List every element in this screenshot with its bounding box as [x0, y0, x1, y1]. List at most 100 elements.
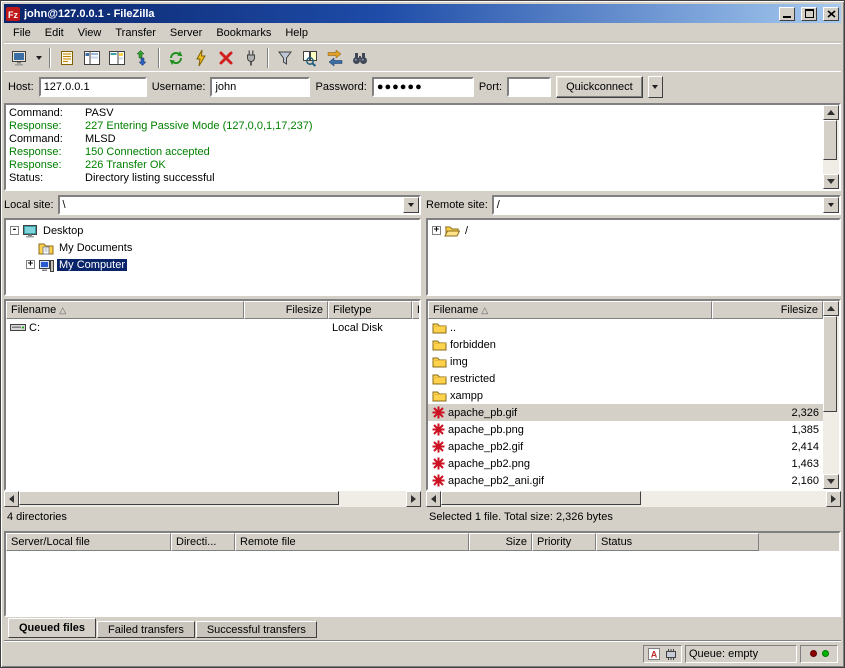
password-input[interactable]: [372, 77, 474, 97]
quickconnect-dropdown-button[interactable]: [648, 76, 663, 98]
menu-file[interactable]: File: [6, 24, 38, 42]
file-row[interactable]: apache_pb.png1,385: [428, 421, 823, 438]
menu-transfer[interactable]: Transfer: [108, 24, 163, 42]
tree-item-desktop[interactable]: -Desktop: [6, 222, 419, 239]
queue-body[interactable]: [6, 551, 839, 615]
scroll-thumb[interactable]: [823, 316, 837, 412]
file-row[interactable]: apache_pb2.gif2,414: [428, 438, 823, 455]
scroll-track[interactable]: [441, 491, 826, 507]
local-site-dropdown-button[interactable]: [403, 197, 419, 213]
local-horizontal-scrollbar[interactable]: [4, 491, 421, 507]
column-header-filesize[interactable]: Filesize: [244, 301, 328, 319]
tab-successful-transfers[interactable]: Successful transfers: [196, 621, 317, 638]
file-row[interactable]: apache_pb2.png1,463: [428, 455, 823, 472]
column-header-remote-file[interactable]: Remote file: [235, 533, 469, 551]
port-input[interactable]: [507, 77, 551, 97]
column-header-filename[interactable]: Filename△: [6, 301, 244, 319]
scroll-down-button[interactable]: [823, 474, 839, 489]
menu-bookmarks[interactable]: Bookmarks: [209, 24, 278, 42]
file-row[interactable]: xampp: [428, 387, 823, 404]
scroll-thumb[interactable]: [823, 120, 837, 160]
tree-expander[interactable]: +: [432, 226, 441, 235]
toggle-transfer-queue-button[interactable]: [130, 46, 154, 70]
synchronized-browsing-button[interactable]: [323, 46, 347, 70]
arrow-down-icon: [827, 179, 835, 184]
log-scrollbar[interactable]: [823, 105, 839, 189]
statusbar-icons: A: [643, 645, 682, 663]
filename-text: restricted: [450, 373, 495, 385]
file-row[interactable]: apache_pb2_ani.gif2,160: [428, 472, 823, 489]
maximize-button[interactable]: [801, 7, 817, 21]
scroll-up-button[interactable]: [823, 105, 839, 120]
tree-item-my-computer[interactable]: +My Computer: [6, 256, 419, 273]
log-line-text: Directory listing successful: [85, 172, 215, 185]
remote-vertical-scrollbar[interactable]: [823, 301, 839, 489]
remote-horizontal-scrollbar[interactable]: [426, 491, 841, 507]
column-header-server-local-file[interactable]: Server/Local file: [6, 533, 171, 551]
column-header-filetype[interactable]: Filetype: [328, 301, 412, 319]
quickconnect-button[interactable]: Quickconnect: [556, 76, 643, 98]
menu-help[interactable]: Help: [278, 24, 315, 42]
scroll-right-button[interactable]: [406, 491, 421, 507]
remote-site-combobox[interactable]: /: [492, 195, 841, 215]
column-header-filename[interactable]: Filename△: [428, 301, 712, 319]
tree-item-item[interactable]: +/: [428, 222, 839, 239]
refresh-button[interactable]: [164, 46, 188, 70]
toggle-local-tree-icon: [83, 49, 101, 67]
column-header-directi[interactable]: Directi...: [171, 533, 235, 551]
scroll-left-button[interactable]: [4, 491, 19, 507]
file-row[interactable]: img: [428, 353, 823, 370]
scroll-thumb[interactable]: [19, 491, 339, 505]
tab-failed-transfers[interactable]: Failed transfers: [97, 621, 195, 638]
site-manager-button[interactable]: [7, 46, 31, 70]
column-header-filesize[interactable]: Filesize: [712, 301, 823, 319]
scroll-track[interactable]: [823, 120, 839, 174]
username-input[interactable]: [210, 77, 310, 97]
file-row[interactable]: forbidden: [428, 336, 823, 353]
menu-server[interactable]: Server: [163, 24, 209, 42]
close-button[interactable]: [823, 7, 839, 21]
column-header-l[interactable]: L: [412, 301, 419, 319]
scroll-track[interactable]: [19, 491, 406, 507]
menu-view[interactable]: View: [71, 24, 109, 42]
disconnect-button[interactable]: [239, 46, 263, 70]
cancel-button[interactable]: [214, 46, 238, 70]
filter-button[interactable]: [273, 46, 297, 70]
toggle-message-log-button[interactable]: [55, 46, 79, 70]
file-row[interactable]: C:Local Disk: [6, 319, 419, 336]
scroll-right-button[interactable]: [826, 491, 841, 507]
find-button[interactable]: [348, 46, 372, 70]
site-manager-dropdown-button[interactable]: [32, 46, 45, 70]
scroll-track[interactable]: [823, 316, 839, 474]
file-row[interactable]: apache_pb.gif2,326: [428, 404, 823, 421]
tree-expander[interactable]: +: [26, 260, 35, 269]
scroll-left-button[interactable]: [426, 491, 441, 507]
menu-edit[interactable]: Edit: [38, 24, 71, 42]
tree-item-my-documents[interactable]: My Documents: [6, 239, 419, 256]
compare-button[interactable]: [298, 46, 322, 70]
host-input[interactable]: [39, 77, 147, 97]
remote-site-dropdown-button[interactable]: [823, 197, 839, 213]
minimize-button[interactable]: [779, 7, 795, 21]
column-header-size[interactable]: Size: [469, 533, 532, 551]
sort-ascending-icon: △: [59, 305, 66, 316]
toggle-remote-tree-button[interactable]: [105, 46, 129, 70]
column-header-priority[interactable]: Priority: [532, 533, 596, 551]
tree-expander[interactable]: -: [10, 226, 19, 235]
scroll-thumb[interactable]: [441, 491, 641, 505]
file-row[interactable]: restricted: [428, 370, 823, 387]
filesize-cell: 1,463: [712, 455, 823, 472]
drive-icon: [10, 322, 26, 333]
tab-queued-files[interactable]: Queued files: [8, 618, 96, 638]
data-type-icon: A: [647, 647, 661, 661]
column-header-status[interactable]: Status: [596, 533, 759, 551]
file-row[interactable]: ..: [428, 319, 823, 336]
scroll-up-button[interactable]: [823, 301, 839, 316]
scroll-down-button[interactable]: [823, 174, 839, 189]
local-site-combobox[interactable]: \: [58, 195, 421, 215]
remote-site-value: /: [494, 199, 823, 211]
close-icon: [827, 10, 836, 18]
toggle-local-tree-button[interactable]: [80, 46, 104, 70]
host-label: Host:: [8, 81, 34, 93]
process-queue-button[interactable]: [189, 46, 213, 70]
